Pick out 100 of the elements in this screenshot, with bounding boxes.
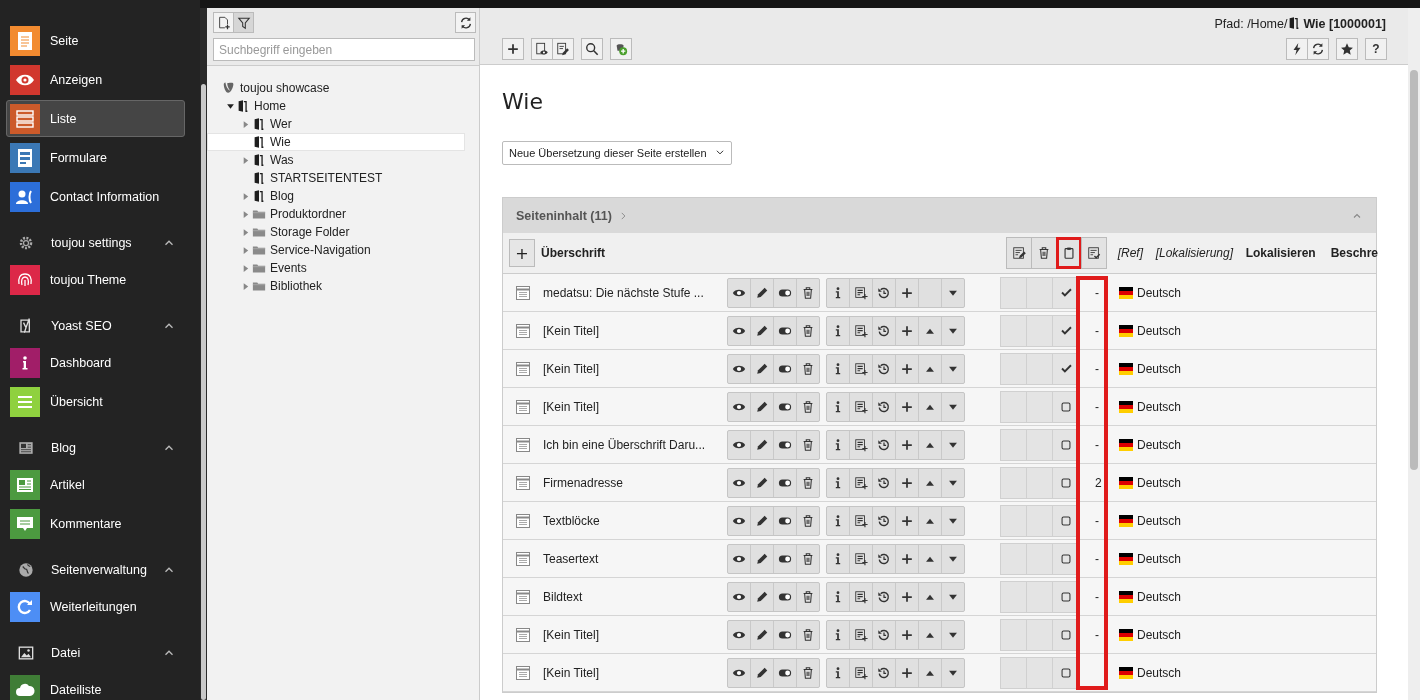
trash-icon	[801, 323, 815, 338]
module-group-header[interactable]: toujou settings	[6, 225, 185, 261]
select-checkbox[interactable]	[1059, 475, 1073, 490]
reference-count: -	[1094, 437, 1100, 452]
plus-icon	[900, 513, 914, 528]
row-title[interactable]: Firmenadresse	[531, 475, 727, 490]
tree-item[interactable]: Wer	[207, 115, 465, 133]
module-item[interactable]: toujou Theme	[6, 261, 185, 298]
module-item[interactable]: Anzeigen	[6, 61, 185, 98]
reference-count: -	[1094, 589, 1100, 604]
module-item[interactable]: Kommentare	[6, 505, 185, 542]
row-title[interactable]: Textblöcke	[531, 513, 727, 528]
row-title[interactable]: [Kein Titel]	[531, 627, 727, 642]
new-record-icon	[854, 437, 868, 452]
select-checkbox[interactable]	[1059, 665, 1073, 680]
row-title[interactable]: Ich bin eine Überschrift Daru...	[531, 437, 727, 452]
select-checkbox[interactable]	[1059, 513, 1073, 528]
row-title[interactable]: [Kein Titel]	[531, 399, 727, 414]
module-group-header[interactable]: Seitenverwaltung	[6, 552, 185, 588]
tree-item[interactable]: Produktordner	[207, 205, 465, 223]
bookmark-button[interactable]	[1336, 38, 1358, 60]
search-button[interactable]	[581, 38, 603, 60]
delete-selected-button[interactable]	[1030, 237, 1057, 269]
column-header: Beschre	[1330, 246, 1378, 260]
tree-item[interactable]: Wie	[207, 133, 465, 151]
select-button[interactable]	[1080, 237, 1107, 269]
module-item[interactable]: Liste	[6, 100, 185, 137]
select-checkbox[interactable]	[1059, 399, 1073, 414]
paste-button[interactable]	[1055, 237, 1082, 269]
select-checkbox[interactable]	[1059, 286, 1073, 299]
row-title[interactable]: medatsu: Die nächste Stufe ...	[531, 285, 727, 300]
column-header: [Ref]	[1117, 246, 1145, 260]
language-label: Deutsch	[1137, 285, 1182, 300]
trash-icon	[801, 475, 815, 490]
add-button[interactable]	[610, 38, 632, 60]
module-item[interactable]: Übersicht	[6, 383, 185, 420]
translation-dropdown[interactable]: Neue Übersetzung dieser Seite erstellen	[502, 141, 732, 165]
row-title[interactable]: Bildtext	[531, 589, 727, 604]
row-title[interactable]: [Kein Titel]	[531, 665, 727, 680]
module-item[interactable]: Weiterleitungen	[6, 588, 185, 625]
refresh-button[interactable]	[455, 12, 476, 33]
plus-icon	[900, 361, 914, 376]
pencil-icon	[755, 437, 769, 452]
tree-item[interactable]: Blog	[207, 187, 465, 205]
add-content-button[interactable]: +	[509, 239, 535, 267]
help-button[interactable]: ?	[1365, 38, 1387, 60]
tree-item[interactable]: Was	[207, 151, 465, 169]
scrollbar[interactable]	[1408, 8, 1420, 700]
row-title[interactable]: [Kein Titel]	[531, 323, 727, 338]
new-record-icon	[854, 475, 868, 490]
module-item[interactable]: Contact Information	[6, 178, 185, 215]
row-title[interactable]: Teasertext	[531, 551, 727, 566]
tree-item[interactable]: Storage Folder	[207, 223, 465, 241]
module-item[interactable]: Seite	[6, 22, 185, 59]
tree-item[interactable]: Service-Navigation	[207, 241, 465, 259]
tree-item[interactable]: toujou showcase	[207, 79, 465, 97]
view-button[interactable]	[531, 38, 553, 60]
row-title[interactable]: [Kein Titel]	[531, 361, 727, 376]
reference-count: -	[1094, 361, 1100, 376]
history-icon	[877, 399, 891, 414]
select-checkbox[interactable]	[1059, 362, 1073, 375]
page-icon	[252, 189, 266, 203]
language-label: Deutsch	[1137, 323, 1182, 338]
history-icon	[877, 323, 891, 338]
edit-selected-button[interactable]	[1005, 237, 1032, 269]
content-element-icon	[515, 664, 531, 681]
german-flag-icon	[1118, 398, 1134, 415]
edit-page-button[interactable]	[552, 38, 574, 60]
new-record-icon	[854, 627, 868, 642]
module-item[interactable]: Dateiliste	[6, 671, 185, 700]
plus-icon	[900, 437, 914, 452]
history-icon	[877, 285, 891, 300]
new-page-button[interactable]	[213, 12, 234, 33]
language-label: Deutsch	[1137, 399, 1182, 414]
tree-item[interactable]: Bibliothek	[207, 277, 465, 295]
clear-cache-button[interactable]	[1286, 38, 1308, 60]
select-checkbox[interactable]	[1059, 551, 1073, 566]
reference-count: -	[1094, 627, 1100, 642]
reference-count: -	[1094, 323, 1100, 338]
search-field[interactable]: Suchbegriff eingeben	[213, 38, 475, 61]
select-checkbox[interactable]	[1059, 324, 1073, 337]
reload-button[interactable]	[1307, 38, 1329, 60]
module-item[interactable]: Artikel	[6, 466, 185, 503]
module-group-header[interactable]: Blog	[6, 430, 185, 466]
module-group-header[interactable]: Datei	[6, 635, 185, 671]
german-flag-icon	[1118, 626, 1134, 643]
german-flag-icon	[1118, 436, 1134, 453]
filter-button[interactable]	[233, 12, 254, 33]
scrollbar[interactable]	[200, 8, 207, 700]
select-checkbox[interactable]	[1059, 627, 1073, 642]
new-button[interactable]	[502, 38, 524, 60]
tree-item[interactable]: STARTSEITENTEST	[207, 169, 465, 187]
select-checkbox[interactable]	[1059, 589, 1073, 604]
panel-header[interactable]: Seiteninhalt (11)	[503, 198, 1376, 233]
module-item[interactable]: Formulare	[6, 139, 185, 176]
tree-item[interactable]: Events	[207, 259, 465, 277]
tree-item[interactable]: Home	[207, 97, 465, 115]
module-item[interactable]: Dashboard	[6, 344, 185, 381]
module-group-header[interactable]: Yoast SEO	[6, 308, 185, 344]
select-checkbox[interactable]	[1059, 437, 1073, 452]
